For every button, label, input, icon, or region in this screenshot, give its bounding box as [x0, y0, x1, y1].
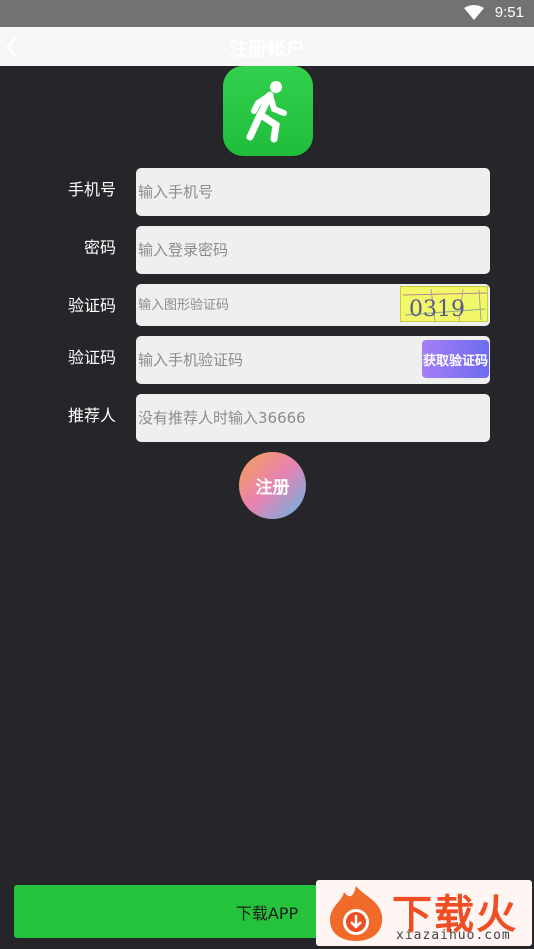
status-bar: 9:51 — [0, 0, 534, 27]
watermark: 下载火 xiazaihuo.com — [316, 880, 532, 946]
password-input[interactable] — [136, 226, 490, 274]
referrer-input[interactable] — [136, 394, 490, 442]
phone-input[interactable] — [136, 168, 490, 216]
captcha-image[interactable]: 0319 — [400, 286, 488, 322]
sms-row: 验证码 获取验证码 — [0, 336, 534, 384]
flame-logo-icon — [330, 886, 383, 941]
register-button[interactable]: 注册 — [239, 452, 306, 519]
running-person-icon — [246, 81, 287, 143]
captcha-text: 0319 — [409, 297, 465, 322]
referrer-row: 推荐人 — [0, 394, 534, 442]
app-logo — [223, 66, 313, 156]
watermark-url: xiazaihuo.com — [396, 928, 511, 943]
password-row: 密码 — [0, 226, 534, 274]
captcha-label: 验证码 — [67, 296, 116, 315]
phone-row: 手机号 — [0, 168, 534, 216]
sms-label: 验证码 — [67, 348, 116, 367]
referrer-label: 推荐人 — [67, 406, 116, 425]
get-code-button[interactable]: 获取验证码 — [422, 340, 489, 378]
wifi-icon — [464, 5, 484, 20]
captcha-noise: 0319 — [402, 288, 488, 322]
page-title: 注册帐户 — [228, 38, 305, 60]
phone-label: 手机号 — [67, 180, 116, 199]
status-time: 9:51 — [494, 4, 524, 21]
password-label: 密码 — [83, 238, 116, 257]
nav-bar: 注册帐户 — [0, 27, 534, 66]
captcha-row: 验证码 0319 — [0, 284, 534, 326]
